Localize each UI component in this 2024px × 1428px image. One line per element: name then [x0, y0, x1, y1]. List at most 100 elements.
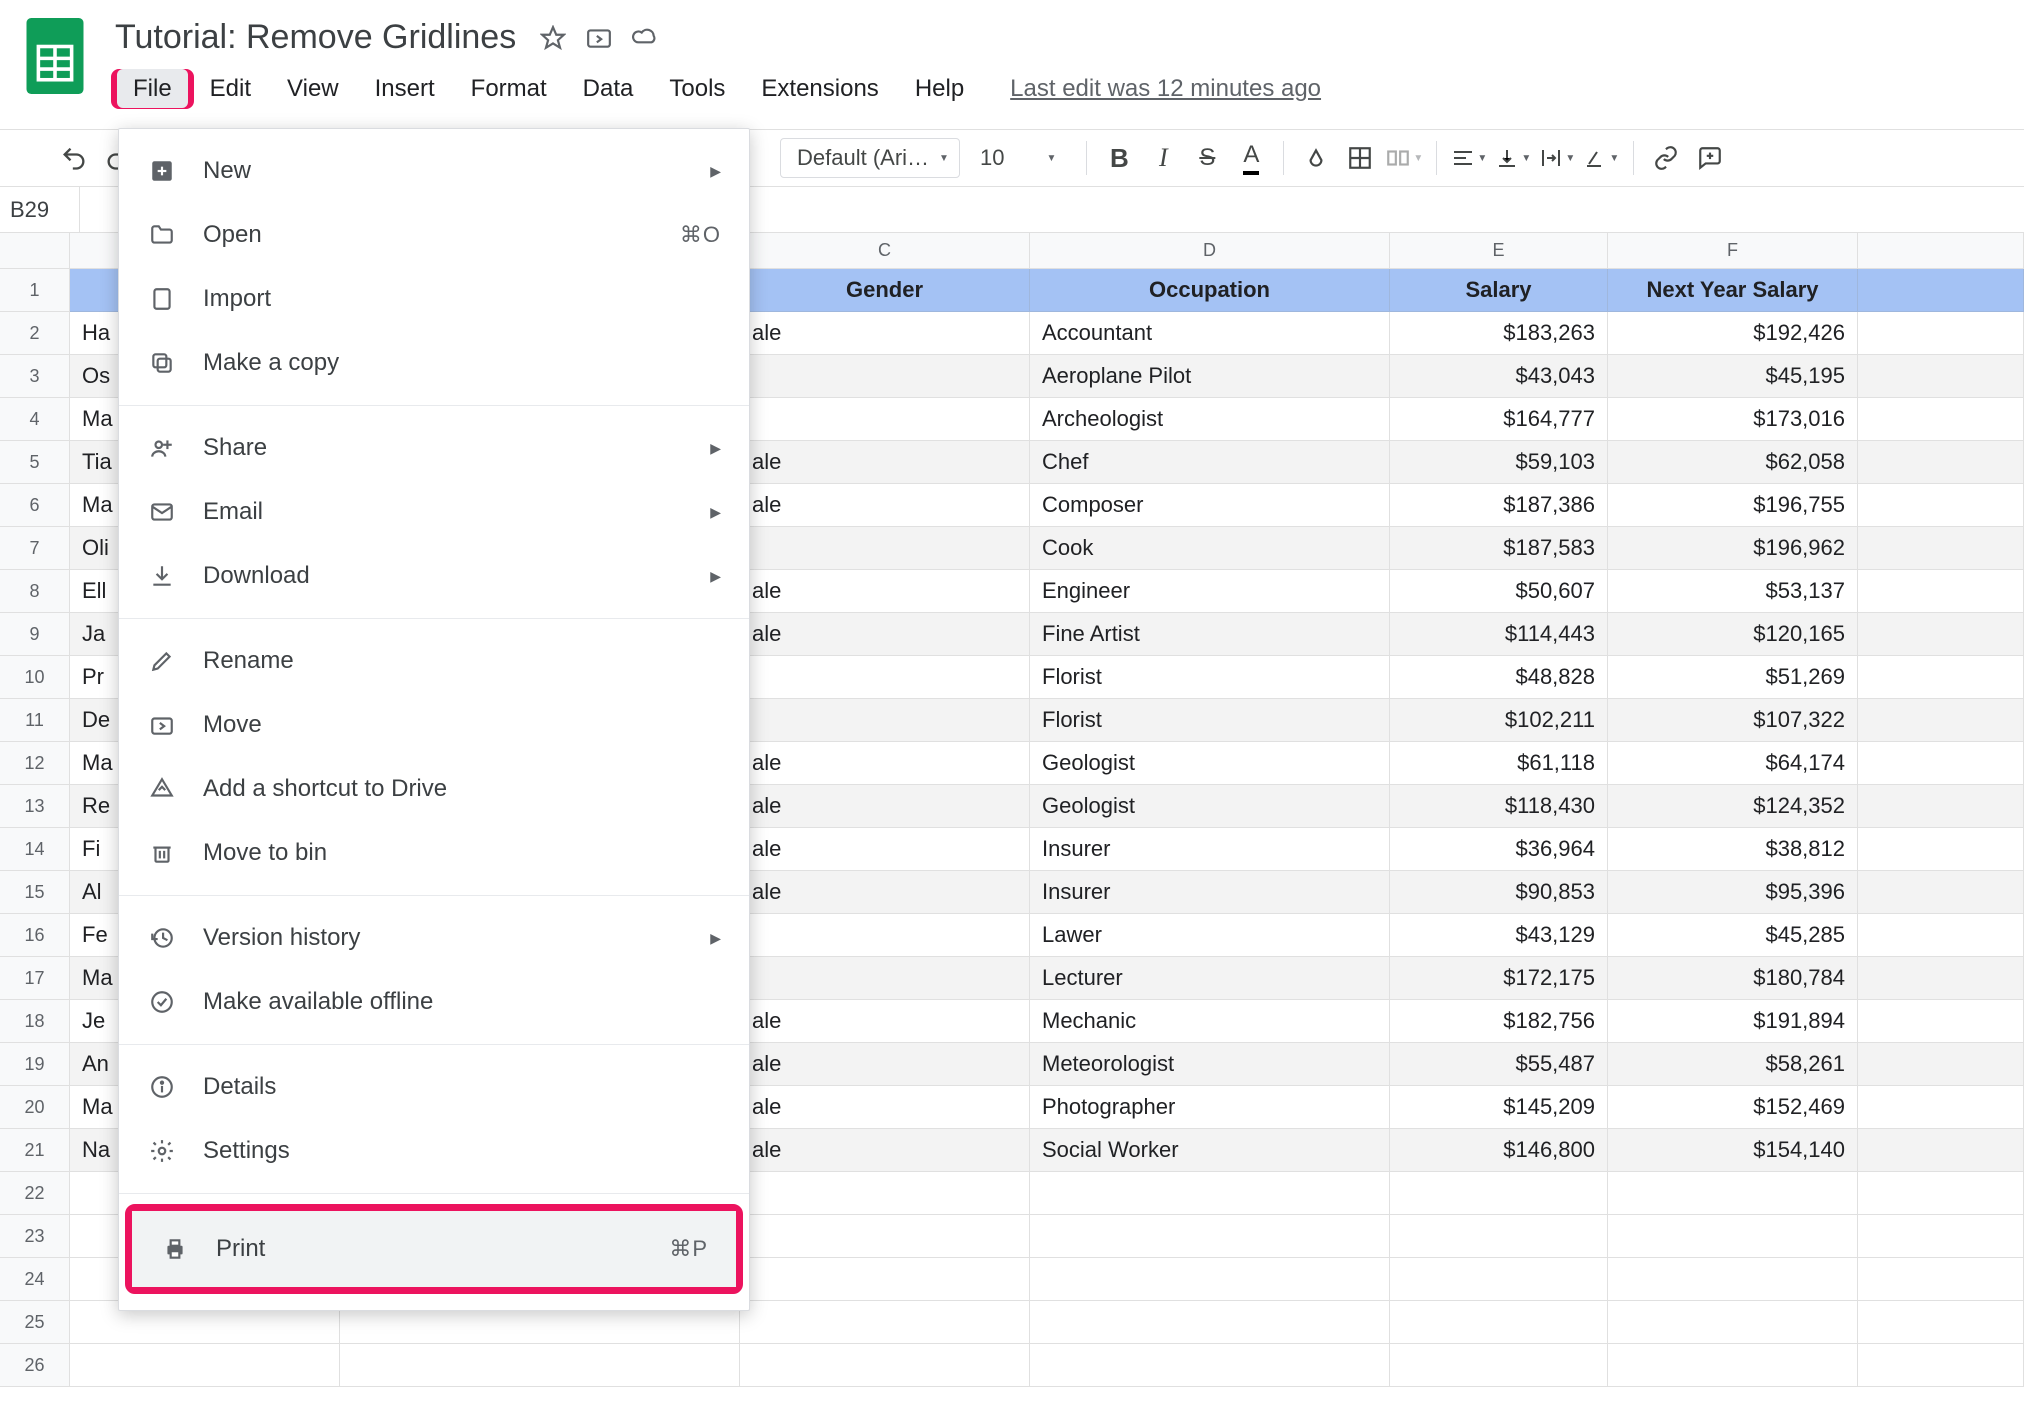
row-header[interactable]: 4 [0, 398, 70, 441]
cell[interactable]: $55,487 [1390, 1043, 1608, 1086]
row-header[interactable]: 7 [0, 527, 70, 570]
cell[interactable] [1858, 484, 2024, 527]
cell[interactable]: $62,058 [1608, 441, 1858, 484]
cell[interactable]: Florist [1030, 699, 1390, 742]
cell[interactable] [1858, 398, 2024, 441]
cell[interactable] [1030, 1258, 1390, 1301]
cell[interactable] [1030, 1172, 1390, 1215]
cell[interactable]: $48,828 [1390, 656, 1608, 699]
file-menu-import[interactable]: Import [119, 267, 749, 331]
cell[interactable] [740, 914, 1030, 957]
cell[interactable]: $187,583 [1390, 527, 1608, 570]
cell[interactable] [740, 527, 1030, 570]
bold-button[interactable]: B [1097, 136, 1141, 180]
row-header[interactable]: 5 [0, 441, 70, 484]
menu-view[interactable]: View [269, 67, 357, 111]
vertical-align-button[interactable]: ▼ [1491, 136, 1535, 180]
cell[interactable] [1858, 1086, 2024, 1129]
text-wrap-button[interactable]: ▼ [1535, 136, 1579, 180]
cell[interactable]: $95,396 [1608, 871, 1858, 914]
cell[interactable]: $64,174 [1608, 742, 1858, 785]
cell[interactable]: $53,137 [1608, 570, 1858, 613]
cell[interactable]: Florist [1030, 656, 1390, 699]
menu-extensions[interactable]: Extensions [743, 67, 896, 111]
cell[interactable] [1030, 1344, 1390, 1387]
cell[interactable]: $58,261 [1608, 1043, 1858, 1086]
borders-button[interactable] [1338, 136, 1382, 180]
cell[interactable]: $183,263 [1390, 312, 1608, 355]
cell[interactable] [1608, 1301, 1858, 1344]
cell[interactable]: $196,962 [1608, 527, 1858, 570]
cell[interactable]: $51,269 [1608, 656, 1858, 699]
text-rotation-button[interactable]: ▼ [1579, 136, 1623, 180]
row-header[interactable]: 8 [0, 570, 70, 613]
col-header[interactable]: D [1030, 233, 1390, 269]
row-header[interactable]: 3 [0, 355, 70, 398]
merge-cells-button[interactable]: ▼ [1382, 136, 1426, 180]
cell[interactable]: $43,129 [1390, 914, 1608, 957]
cell[interactable] [1858, 355, 2024, 398]
cell[interactable] [1390, 1301, 1608, 1344]
cell[interactable]: Geologist [1030, 785, 1390, 828]
cell[interactable]: Lawer [1030, 914, 1390, 957]
cell[interactable]: ale [740, 613, 1030, 656]
cell[interactable]: $164,777 [1390, 398, 1608, 441]
cell[interactable] [1858, 828, 2024, 871]
cell[interactable]: Lecturer [1030, 957, 1390, 1000]
row-header[interactable]: 20 [0, 1086, 70, 1129]
cell[interactable] [1858, 1301, 2024, 1344]
cell[interactable]: ale [740, 570, 1030, 613]
strikethrough-button[interactable]: S [1185, 136, 1229, 180]
cell[interactable]: $120,165 [1608, 613, 1858, 656]
cell[interactable]: Photographer [1030, 1086, 1390, 1129]
cell[interactable] [1858, 1215, 2024, 1258]
cloud-status-icon[interactable] [632, 25, 658, 51]
cell[interactable]: Mechanic [1030, 1000, 1390, 1043]
cell[interactable] [1608, 1172, 1858, 1215]
menu-tools[interactable]: Tools [651, 67, 743, 111]
cell[interactable]: $180,784 [1608, 957, 1858, 1000]
cell[interactable]: Insurer [1030, 828, 1390, 871]
cell[interactable]: Geologist [1030, 742, 1390, 785]
cell[interactable]: $192,426 [1608, 312, 1858, 355]
col-header[interactable]: E [1390, 233, 1608, 269]
cell[interactable]: Aeroplane Pilot [1030, 355, 1390, 398]
file-menu-share[interactable]: Share▶ [119, 416, 749, 480]
menu-format[interactable]: Format [453, 67, 565, 111]
cell[interactable] [1390, 1344, 1608, 1387]
cell[interactable]: Composer [1030, 484, 1390, 527]
cell[interactable] [1858, 527, 2024, 570]
cell[interactable]: $187,386 [1390, 484, 1608, 527]
cell[interactable]: ale [740, 1129, 1030, 1172]
cell[interactable]: $154,140 [1608, 1129, 1858, 1172]
cell[interactable]: Archeologist [1030, 398, 1390, 441]
row-header[interactable]: 6 [0, 484, 70, 527]
cell[interactable]: $90,853 [1390, 871, 1608, 914]
cell[interactable] [740, 1344, 1030, 1387]
file-menu-email[interactable]: Email▶ [119, 480, 749, 544]
cell[interactable] [740, 1215, 1030, 1258]
row-header[interactable]: 11 [0, 699, 70, 742]
file-menu-print[interactable]: Print⌘P [132, 1211, 736, 1287]
menu-insert[interactable]: Insert [357, 67, 453, 111]
file-menu-download[interactable]: Download▶ [119, 544, 749, 608]
cell[interactable]: Occupation [1030, 269, 1390, 312]
cell[interactable]: Chef [1030, 441, 1390, 484]
file-menu-rename[interactable]: Rename [119, 629, 749, 693]
cell[interactable]: Engineer [1030, 570, 1390, 613]
cell[interactable]: Next Year Salary [1608, 269, 1858, 312]
row-header[interactable]: 17 [0, 957, 70, 1000]
cell[interactable] [1858, 656, 2024, 699]
cell[interactable] [740, 1301, 1030, 1344]
move-to-folder-icon[interactable] [586, 25, 612, 51]
cell[interactable]: ale [740, 742, 1030, 785]
col-header[interactable]: C [740, 233, 1030, 269]
star-icon[interactable] [540, 25, 566, 51]
file-menu-add-a-shortcut-to-drive[interactable]: Add a shortcut to Drive [119, 757, 749, 821]
file-menu-new[interactable]: New▶ [119, 139, 749, 203]
row-header[interactable]: 2 [0, 312, 70, 355]
cell[interactable] [1858, 613, 2024, 656]
cell[interactable]: ale [740, 484, 1030, 527]
cell[interactable]: ale [740, 828, 1030, 871]
cell[interactable]: Insurer [1030, 871, 1390, 914]
